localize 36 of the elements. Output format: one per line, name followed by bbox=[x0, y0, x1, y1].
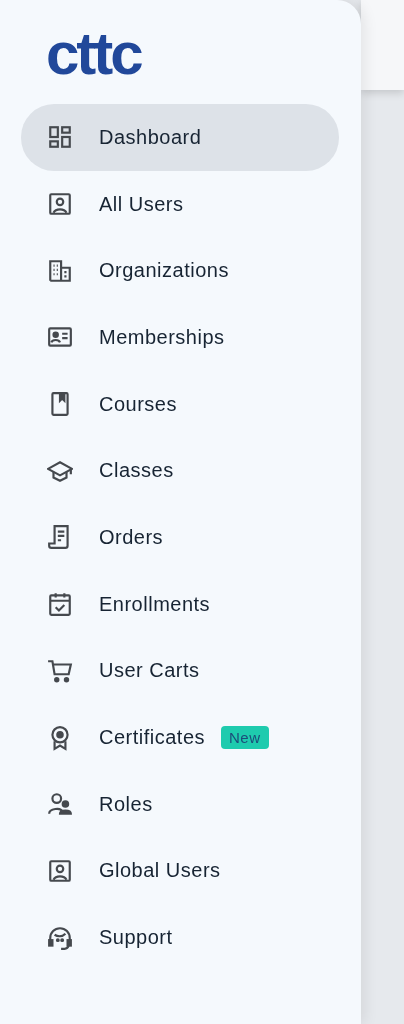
user-portrait-icon bbox=[47, 191, 73, 218]
item-label: Courses bbox=[99, 392, 177, 416]
sidebar-item[interactable]: All Users bbox=[21, 170, 339, 238]
item-label: Memberships bbox=[99, 325, 225, 349]
item-label: Certificates bbox=[99, 726, 206, 750]
item-label: User Carts bbox=[99, 659, 200, 683]
new-badge: New bbox=[221, 726, 269, 750]
sidebar-item[interactable]: Certificates New bbox=[21, 704, 339, 771]
users-icon bbox=[47, 791, 73, 818]
item-label: Dashboard bbox=[99, 125, 202, 149]
item-label: Support bbox=[99, 926, 173, 950]
cart-icon bbox=[47, 657, 73, 684]
logo: cttc bbox=[46, 22, 141, 86]
sidebar-item[interactable]: Support bbox=[21, 904, 339, 971]
headset-icon bbox=[47, 924, 73, 951]
sidebar-item[interactable]: Organizations bbox=[21, 237, 339, 305]
sidebar-item[interactable]: Classes bbox=[21, 437, 339, 505]
sidebar-item[interactable]: Roles bbox=[21, 770, 339, 838]
user-portrait-icon bbox=[47, 857, 73, 884]
sidebar-item[interactable]: Enrollments bbox=[21, 570, 339, 638]
sidebar-item[interactable]: User Carts bbox=[21, 637, 339, 705]
item-label: Classes bbox=[99, 459, 174, 483]
building-icon bbox=[47, 257, 73, 284]
item-label: Roles bbox=[99, 792, 153, 816]
item-label: Orders bbox=[99, 525, 164, 549]
item-label: All Users bbox=[99, 192, 184, 216]
item-label: Global Users bbox=[99, 859, 221, 883]
sidebar-item[interactable]: Dashboard bbox=[21, 104, 339, 171]
item-label: Organizations bbox=[99, 259, 229, 283]
calendar-check-icon bbox=[47, 591, 73, 618]
sidebar-item[interactable]: Global Users bbox=[21, 837, 339, 905]
sidebar-item[interactable]: Courses bbox=[21, 370, 339, 438]
sidebar-item[interactable]: Memberships bbox=[21, 304, 339, 371]
item-label: Enrollments bbox=[99, 592, 211, 616]
dashboard-icon bbox=[47, 124, 73, 151]
sidebar-item[interactable]: Orders bbox=[21, 504, 339, 571]
